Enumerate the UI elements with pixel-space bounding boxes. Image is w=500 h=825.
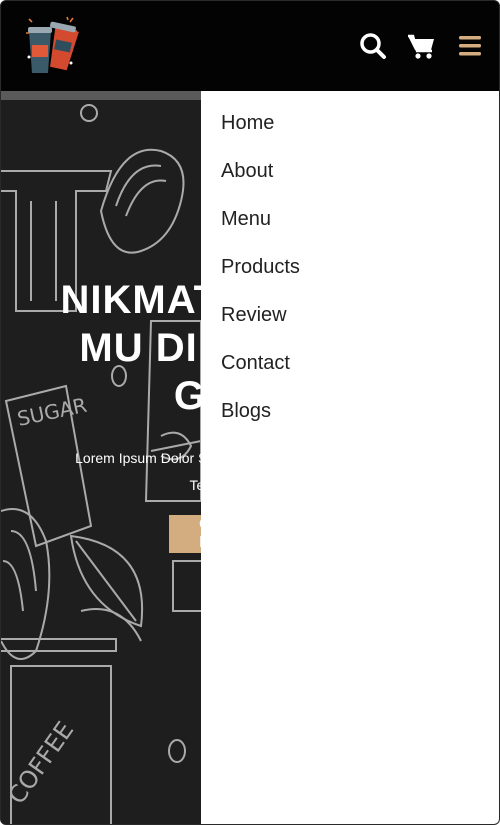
site-header	[1, 1, 499, 91]
nav-drawer: Home About Menu Products Review Contact …	[201, 91, 499, 824]
search-icon	[360, 33, 386, 59]
nav-item-home[interactable]: Home	[221, 112, 274, 135]
nav-item-blogs[interactable]: Blogs	[221, 400, 271, 423]
nav-item-review[interactable]: Review	[221, 304, 287, 327]
cart-icon	[408, 34, 434, 59]
nav-item-about[interactable]: About	[221, 160, 273, 183]
scrollbar[interactable]	[1, 91, 201, 100]
logo-link[interactable]	[23, 15, 81, 75]
nav-item-menu[interactable]: Menu	[221, 208, 271, 231]
hamburger-menu-icon	[459, 36, 481, 56]
app-frame: SUGAR COFFEE NIKMATI SEG	[0, 0, 500, 825]
search-button[interactable]	[358, 31, 388, 61]
nav-item-contact[interactable]: Contact	[221, 352, 290, 375]
cart-button[interactable]	[406, 31, 436, 61]
nav-item-products[interactable]: Products	[221, 256, 300, 279]
coffee-cups-logo-icon	[26, 16, 79, 73]
menu-toggle-button[interactable]	[456, 31, 486, 61]
